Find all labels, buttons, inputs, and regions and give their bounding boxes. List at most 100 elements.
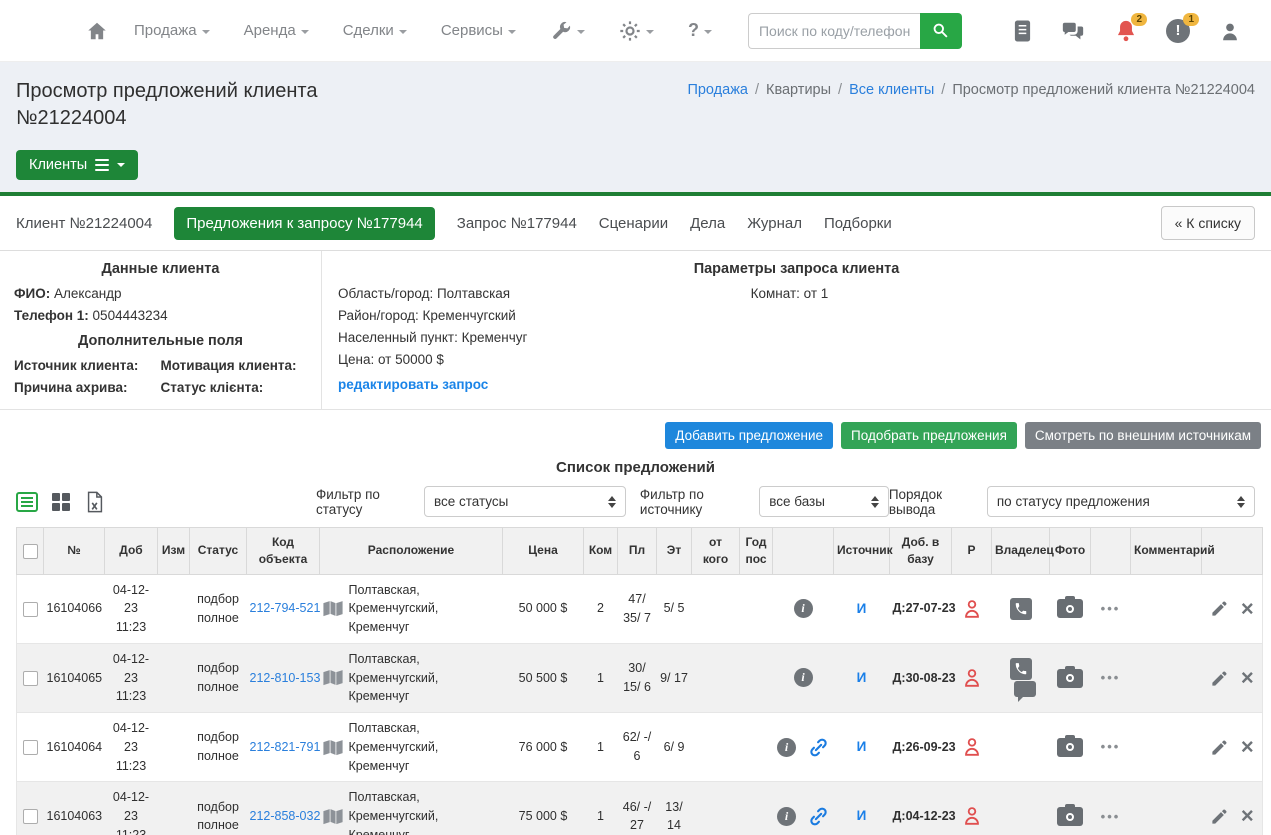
info-icon[interactable]: i: [777, 807, 796, 826]
row-date: 04-12-23: [108, 581, 155, 619]
messages-button[interactable]: [1061, 18, 1087, 44]
offer-actions: Добавить предложение Подобрать предложен…: [0, 410, 1271, 455]
row-source: И: [857, 670, 867, 685]
edit-icon[interactable]: [1210, 599, 1229, 618]
row-checkbox[interactable]: [23, 671, 38, 686]
edit-icon[interactable]: [1210, 668, 1229, 687]
col-source: Источник: [834, 528, 890, 575]
clients-menu-button[interactable]: Клиенты: [16, 150, 138, 180]
camera-icon[interactable]: [1057, 669, 1083, 688]
edit-request-link[interactable]: редактировать запрос: [338, 377, 488, 392]
navbar-right: 2 ! 1: [1009, 18, 1243, 44]
settings-menu[interactable]: [619, 20, 654, 42]
link-icon[interactable]: [808, 806, 829, 827]
status-filter-select[interactable]: все статусы: [424, 486, 626, 517]
delete-icon[interactable]: ×: [1241, 598, 1254, 620]
camera-icon[interactable]: [1057, 599, 1083, 618]
list-view-icon[interactable]: [16, 491, 38, 513]
profile-button[interactable]: [1217, 18, 1243, 44]
client-motivation-label: Мотивация клиента:: [161, 358, 308, 373]
select-offers-button[interactable]: Подобрать предложения: [841, 422, 1017, 449]
info-icon[interactable]: i: [794, 599, 813, 618]
grid-view-icon[interactable]: [50, 491, 72, 513]
tab-collections[interactable]: Подборки: [824, 215, 892, 232]
camera-icon[interactable]: [1057, 807, 1083, 826]
tab-journal[interactable]: Журнал: [747, 215, 802, 232]
help-menu[interactable]: ?: [688, 20, 712, 41]
edit-icon[interactable]: [1210, 738, 1229, 757]
realtor-icon[interactable]: [961, 601, 983, 615]
request-region: Область/город: Полтавская: [338, 286, 751, 301]
docs-button[interactable]: [1009, 18, 1035, 44]
alerts-button[interactable]: ! 1: [1165, 18, 1191, 44]
more-options-icon[interactable]: •••: [1101, 670, 1121, 685]
tools-menu[interactable]: [550, 20, 585, 42]
header-checkbox-cell: [17, 528, 44, 575]
object-code-link[interactable]: 212-794-521: [250, 601, 321, 615]
tab-request[interactable]: Запрос №177944: [457, 215, 577, 232]
tab-client[interactable]: Клиент №21224004: [16, 215, 152, 232]
breadcrumb-link-sale[interactable]: Продажа: [687, 82, 748, 98]
col-owner: Владелец: [992, 528, 1050, 575]
tab-scenarios[interactable]: Сценарии: [599, 215, 668, 232]
tab-tasks[interactable]: Дела: [690, 215, 725, 232]
delete-icon[interactable]: ×: [1241, 667, 1254, 689]
info-panels: Данные клиента ФИО: Александр Телефон 1:…: [0, 251, 1271, 410]
home-button[interactable]: [86, 20, 108, 42]
delete-icon[interactable]: ×: [1241, 736, 1254, 758]
chevron-down-icon: [117, 163, 125, 167]
object-code-link[interactable]: 212-858-032: [250, 809, 321, 823]
camera-icon[interactable]: [1057, 738, 1083, 757]
phone-value: 0504443234: [93, 308, 168, 323]
more-options-icon[interactable]: •••: [1101, 739, 1121, 754]
delete-icon[interactable]: ×: [1241, 805, 1254, 827]
chat-icon[interactable]: [1014, 681, 1036, 697]
menu-rent[interactable]: Аренда: [244, 22, 309, 39]
docs-icon: [1013, 19, 1032, 43]
more-options-icon[interactable]: •••: [1101, 809, 1121, 824]
select-arrows-icon: [598, 496, 616, 508]
row-source: И: [857, 808, 867, 823]
phone-icon[interactable]: [1010, 658, 1032, 680]
object-code-link[interactable]: 212-810-153: [250, 671, 321, 685]
notifications-button[interactable]: 2: [1113, 18, 1139, 44]
menu-services[interactable]: Сервисы: [441, 22, 516, 39]
search-button[interactable]: [920, 13, 962, 49]
map-icon: [323, 600, 343, 617]
col-area: Пл: [618, 528, 657, 575]
link-icon[interactable]: [808, 737, 829, 758]
row-floor: 13/ 14: [657, 782, 692, 835]
select-all-checkbox[interactable]: [23, 544, 38, 559]
offers-table-wrap: № Доб Изм Статус Код объекта Расположени…: [16, 527, 1255, 835]
phone-icon[interactable]: [1010, 598, 1032, 620]
order-filter-select[interactable]: по статусу предложения: [987, 486, 1255, 517]
info-icon[interactable]: i: [777, 738, 796, 757]
col-price: Цена: [503, 528, 584, 575]
row-year: [740, 713, 773, 782]
excel-export-icon[interactable]: [84, 491, 106, 513]
request-district: Район/город: Кременчугский: [338, 308, 751, 323]
breadcrumb-link-all-clients[interactable]: Все клиенты: [849, 82, 934, 98]
realtor-icon[interactable]: [961, 740, 983, 754]
row-checkbox[interactable]: [23, 809, 38, 824]
row-checkbox[interactable]: [23, 602, 38, 617]
add-offer-button[interactable]: Добавить предложение: [665, 422, 833, 449]
realtor-icon[interactable]: [961, 670, 983, 684]
select-arrows-icon: [861, 496, 879, 508]
row-checkbox[interactable]: [23, 740, 38, 755]
object-code-link[interactable]: 212-821-791: [250, 740, 321, 754]
info-icon[interactable]: i: [794, 668, 813, 687]
row-comment: [1131, 574, 1202, 643]
edit-icon[interactable]: [1210, 807, 1229, 826]
search-input[interactable]: [748, 13, 920, 49]
menu-sale[interactable]: Продажа: [134, 22, 210, 39]
menu-deals[interactable]: Сделки: [343, 22, 407, 39]
col-added-to-db: Доб. в базу: [890, 528, 952, 575]
external-sources-button[interactable]: Смотреть по внешним источникам: [1025, 422, 1261, 449]
realtor-icon[interactable]: [961, 809, 983, 823]
more-options-icon[interactable]: •••: [1101, 601, 1121, 616]
filter-bar: Фильтр по статусу все статусы Фильтр по …: [0, 486, 1271, 517]
back-to-list-button[interactable]: « К списку: [1161, 206, 1255, 240]
source-filter-select[interactable]: все базы: [759, 486, 889, 517]
tab-offers-to-request[interactable]: Предложения к запросу №177944: [174, 207, 434, 240]
